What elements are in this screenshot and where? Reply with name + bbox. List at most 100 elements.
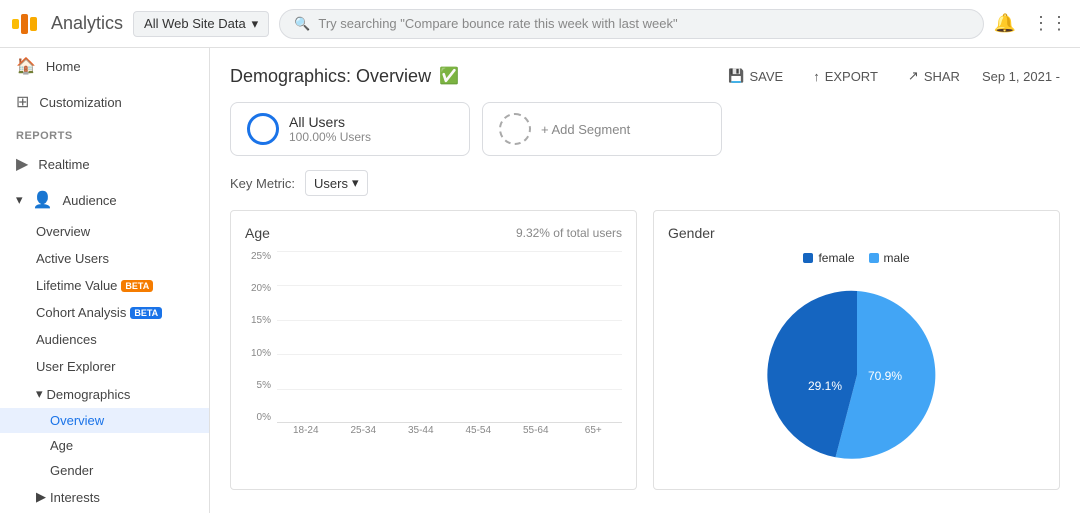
share-label: SHAR — [924, 69, 960, 84]
age-chart-subtitle: 9.32% of total users — [516, 226, 622, 240]
gender-chart-card: Gender female male — [653, 210, 1060, 490]
y-label-0: 0% — [257, 412, 271, 423]
sidebar-item-home[interactable]: 🏠 Home — [0, 48, 209, 84]
x-label-65plus: 65+ — [569, 425, 619, 439]
sub-sub-overview-label: Overview — [50, 413, 104, 428]
sidebar-item-audience[interactable]: ▾ 👤 Audience — [0, 182, 209, 218]
sidebar-sub-sub-age[interactable]: Age — [0, 433, 209, 458]
property-selector[interactable]: All Web Site Data ▾ — [133, 11, 269, 37]
save-button[interactable]: 💾 SAVE — [720, 64, 791, 88]
y-label-10: 10% — [251, 348, 271, 359]
sidebar-sub-cohort-analysis[interactable]: Cohort Analysis BETA — [0, 299, 209, 326]
metric-select[interactable]: Users ▾ — [305, 170, 367, 196]
sidebar-customization-label: Customization — [39, 95, 121, 110]
add-segment-card[interactable]: + Add Segment — [482, 102, 722, 156]
gender-chart-title: Gender — [668, 225, 715, 241]
x-axis: 18-24 25-34 35-44 45-54 55-64 65+ — [277, 423, 622, 441]
sidebar-sub-active-users[interactable]: Active Users — [0, 245, 209, 272]
metric-value: Users — [314, 176, 348, 191]
sub-sub-age-label: Age — [50, 438, 73, 453]
sidebar: 🏠 Home ⊞ Customization REPORTS ▶ Realtim… — [0, 48, 210, 513]
x-label-45-54: 45-54 — [454, 425, 504, 439]
male-dot — [869, 253, 879, 263]
content-area: Demographics: Overview ✅ 💾 SAVE ↑ EXPORT… — [210, 48, 1080, 513]
search-icon: 🔍 — [294, 16, 310, 32]
male-legend-label: male — [884, 251, 910, 265]
key-metric-label: Key Metric: — [230, 176, 295, 191]
sub-lifetime-value-label: Lifetime Value — [36, 278, 117, 293]
charts-row: Age 9.32% of total users 25% 20% 15% 10%… — [230, 210, 1060, 490]
search-placeholder: Try searching "Compare bounce rate this … — [318, 16, 677, 31]
gender-chart-header: Gender — [668, 225, 1045, 241]
legend-female: female — [803, 251, 854, 265]
sidebar-item-customization[interactable]: ⊞ Customization — [0, 84, 209, 120]
all-users-circle — [247, 113, 279, 145]
chevron-down-icon-demo: ▾ — [36, 386, 43, 402]
age-chart-title: Age — [245, 225, 270, 241]
sidebar-audience-label: Audience — [62, 193, 116, 208]
chevron-down-icon: ▾ — [252, 16, 259, 32]
female-dot — [803, 253, 813, 263]
page-header: Demographics: Overview ✅ 💾 SAVE ↑ EXPORT… — [230, 64, 1060, 88]
y-label-25: 25% — [251, 251, 271, 262]
page-title-text: Demographics: Overview — [230, 66, 431, 87]
sidebar-sub-sub-overview[interactable]: Overview — [0, 408, 209, 433]
share-icon: ↗ — [908, 68, 919, 84]
sub-cohort-label: Cohort Analysis — [36, 305, 126, 320]
add-segment-label: + Add Segment — [541, 122, 630, 137]
notification-icon[interactable]: 🔔 — [994, 13, 1016, 34]
x-label-25-34: 25-34 — [339, 425, 389, 439]
bars-area: 18-24 25-34 35-44 45-54 55-64 65+ — [277, 251, 622, 441]
save-label: SAVE — [749, 69, 783, 84]
key-metric-row: Key Metric: Users ▾ — [230, 170, 1060, 196]
pie-chart-svg: 29.1% 70.9% — [767, 285, 947, 465]
sub-demographics-label: Demographics — [47, 387, 131, 402]
logo — [12, 14, 37, 34]
apps-icon[interactable]: ⋮⋮ — [1032, 13, 1068, 34]
reports-label: REPORTS — [0, 120, 209, 146]
age-chart-area: 25% 20% 15% 10% 5% 0% — [245, 251, 622, 441]
sidebar-sub-lifetime-value[interactable]: Lifetime Value BETA — [0, 272, 209, 299]
save-icon: 💾 — [728, 68, 744, 84]
date-range: Sep 1, 2021 - — [982, 69, 1060, 84]
y-label-15: 15% — [251, 315, 271, 326]
sub-overview-label: Overview — [36, 224, 90, 239]
all-users-segment[interactable]: All Users 100.00% Users — [230, 102, 470, 156]
male-pct-label: 70.9% — [867, 369, 901, 383]
nav-icons: 🔔 ⋮⋮ — [994, 13, 1068, 34]
pie-legend: female male — [668, 251, 1045, 265]
sidebar-sub-audiences[interactable]: Audiences — [0, 326, 209, 353]
search-bar[interactable]: 🔍 Try searching "Compare bounce rate thi… — [279, 9, 983, 39]
sidebar-sub-sub-gender[interactable]: Gender — [0, 458, 209, 483]
sub-sub-gender-label: Gender — [50, 463, 93, 478]
add-segment-circle — [499, 113, 531, 145]
chevron-down-icon-audience: ▾ — [16, 192, 23, 208]
logo-bar-yellow — [12, 19, 19, 29]
bars-container — [277, 251, 622, 423]
legend-male: male — [869, 251, 910, 265]
metric-chevron: ▾ — [352, 175, 359, 191]
sidebar-sub-overview[interactable]: Overview — [0, 218, 209, 245]
x-label-18-24: 18-24 — [281, 425, 331, 439]
export-label: EXPORT — [825, 69, 878, 84]
segment-sub: 100.00% Users — [289, 130, 371, 144]
age-chart-card: Age 9.32% of total users 25% 20% 15% 10%… — [230, 210, 637, 490]
female-legend-label: female — [818, 251, 854, 265]
sidebar-sub-user-explorer[interactable]: User Explorer — [0, 353, 209, 380]
sidebar-realtime-label: Realtime — [38, 157, 89, 172]
app-title: Analytics — [51, 13, 123, 34]
beta-badge-lifetime: BETA — [121, 280, 153, 292]
export-button[interactable]: ↑ EXPORT — [805, 65, 886, 88]
export-icon: ↑ — [813, 69, 820, 84]
sub-user-explorer-label: User Explorer — [36, 359, 115, 374]
sub-active-users-label: Active Users — [36, 251, 109, 266]
sub-interests-label: Interests — [50, 490, 100, 505]
sidebar-sub-demographics[interactable]: ▾ Demographics — [0, 380, 209, 408]
beta-badge-cohort: BETA — [130, 307, 162, 319]
header-actions: 💾 SAVE ↑ EXPORT ↗ SHAR Sep 1, 2021 - — [720, 64, 1060, 88]
pie-container: 29.1% 70.9% — [668, 275, 1045, 475]
sidebar-item-realtime[interactable]: ▶ Realtime — [0, 146, 209, 182]
sidebar-sub-interests[interactable]: ▶ Interests — [0, 483, 209, 511]
chevron-right-icon-interests: ▶ — [36, 489, 46, 505]
share-button[interactable]: ↗ SHAR — [900, 64, 968, 88]
